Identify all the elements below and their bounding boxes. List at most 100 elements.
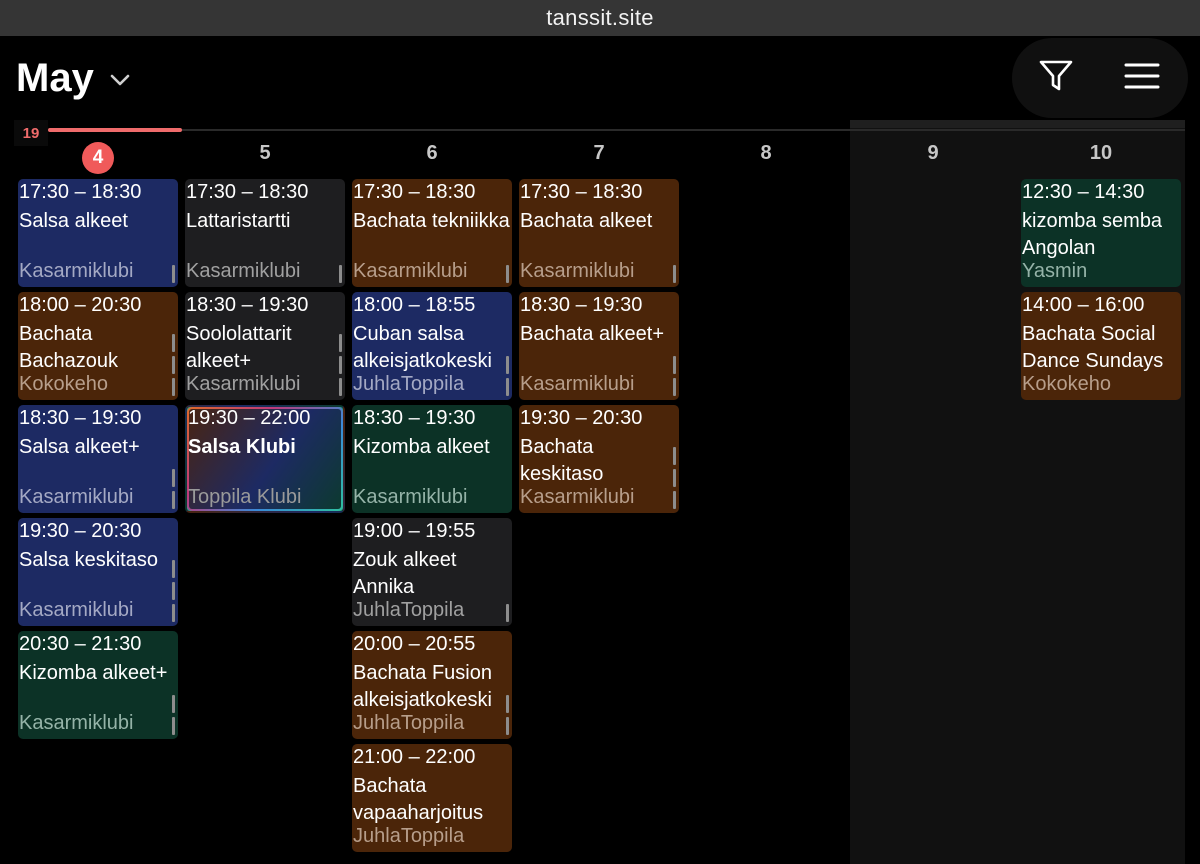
- day-header-7[interactable]: 7: [519, 142, 679, 165]
- month-label: May: [16, 56, 94, 100]
- event-name: Bachata alkeet+: [520, 323, 664, 345]
- day-header-8[interactable]: 8: [686, 142, 846, 165]
- event-name: Bachata keskitaso: [520, 436, 604, 485]
- hamburger-menu-icon: [1124, 62, 1160, 95]
- event-card[interactable]: 20:00 – 20:55 Bachata Fusion alkeisjatko…: [352, 631, 512, 739]
- event-card[interactable]: 17:30 – 18:30 Lattaristartti Kasarmiklub…: [185, 179, 345, 287]
- drag-handle[interactable]: [172, 334, 175, 396]
- drag-handle[interactable]: [506, 265, 509, 283]
- event-time: 18:30 – 19:30: [353, 407, 476, 429]
- event-card[interactable]: 14:00 – 16:00 Bachata Social Dance Sunda…: [1021, 292, 1181, 400]
- event-time: 18:00 – 18:55: [353, 294, 476, 316]
- event-name: Salsa alkeet: [19, 210, 128, 232]
- event-time: 20:00 – 20:55: [353, 633, 476, 655]
- event-name: Bachata alkeet: [520, 210, 653, 232]
- drag-handle[interactable]: [339, 334, 342, 396]
- event-name: Salsa keskitaso: [19, 549, 158, 571]
- drag-handle[interactable]: [506, 356, 509, 396]
- event-name: Soololattarit alkeet+: [186, 323, 292, 372]
- day-header-4[interactable]: 4: [18, 142, 178, 174]
- event-name: Bachata Fusion alkeisjatkokeski: [353, 662, 492, 711]
- event-time: 21:00 – 22:00: [353, 746, 476, 768]
- day-header-5[interactable]: 5: [185, 142, 345, 165]
- drag-handle[interactable]: [506, 695, 509, 735]
- event-time: 18:00 – 20:30: [19, 294, 142, 316]
- event-time: 17:30 – 18:30: [353, 181, 476, 203]
- event-card[interactable]: 12:30 – 14:30 kizomba semba Angolan Yasm…: [1021, 179, 1181, 287]
- event-location: JuhlaToppila: [353, 599, 465, 621]
- event-card[interactable]: 21:00 – 22:00 Bachata vapaaharjoitus Juh…: [352, 744, 512, 852]
- event-card[interactable]: 19:30 – 20:30 Salsa keskitaso Kasarmiklu…: [18, 518, 178, 626]
- event-time: 19:30 – 22:00: [188, 407, 311, 429]
- url-text: tanssit.site: [546, 5, 654, 30]
- day-header-6[interactable]: 6: [352, 142, 512, 165]
- event-name: Zouk alkeet Annika: [353, 549, 457, 598]
- event-card-highlighted[interactable]: 19:30 – 22:00 Salsa Klubi Toppila Klubi: [185, 405, 345, 513]
- event-location: JuhlaToppila: [353, 712, 465, 734]
- event-card[interactable]: 17:30 – 18:30 Salsa alkeet Kasarmiklubi: [18, 179, 178, 287]
- event-time: 19:30 – 20:30: [19, 520, 142, 542]
- day-header-10[interactable]: 10: [1021, 142, 1181, 165]
- event-card[interactable]: 18:30 – 19:30 Bachata alkeet+ Kasarmiklu…: [519, 292, 679, 400]
- event-location: Kasarmiklubi: [19, 712, 134, 734]
- event-location: Kasarmiklubi: [186, 373, 301, 395]
- event-card[interactable]: 17:30 – 18:30 Bachata tekniikka Kasarmik…: [352, 179, 512, 287]
- event-name: Cuban salsa alkeisjatkokeski: [353, 323, 492, 372]
- event-card[interactable]: 18:30 – 19:30 Soololattarit alkeet+ Kasa…: [185, 292, 345, 400]
- event-time: 12:30 – 14:30: [1022, 181, 1145, 203]
- drag-handle[interactable]: [339, 265, 342, 283]
- event-name: kizomba semba Angolan: [1022, 210, 1163, 259]
- month-selector[interactable]: May: [16, 56, 130, 101]
- event-location: Kasarmiklubi: [353, 260, 468, 282]
- event-time: 19:00 – 19:55: [353, 520, 476, 542]
- event-location: Kasarmiklubi: [186, 260, 301, 282]
- event-card[interactable]: 18:00 – 20:30 Bachata Bachazouk Kokokeho: [18, 292, 178, 400]
- event-name: Kizomba alkeet: [353, 436, 490, 458]
- drag-handle[interactable]: [506, 604, 509, 622]
- event-time: 20:30 – 21:30: [19, 633, 142, 655]
- event-card[interactable]: 18:00 – 18:55 Cuban salsa alkeisjatkokes…: [352, 292, 512, 400]
- event-card[interactable]: 19:30 – 20:30 Bachata keskitaso Kasarmik…: [519, 405, 679, 513]
- drag-handle[interactable]: [673, 265, 676, 283]
- calendar-header: May: [0, 36, 1200, 120]
- day-header-9[interactable]: 9: [853, 142, 1013, 165]
- event-time: 19:30 – 20:30: [520, 407, 643, 429]
- browser-url-bar[interactable]: tanssit.site: [0, 0, 1200, 36]
- event-location: Kasarmiklubi: [19, 486, 134, 508]
- event-location: Kasarmiklubi: [19, 599, 134, 621]
- current-day-indicator: [48, 128, 182, 132]
- event-time: 18:30 – 19:30: [520, 294, 643, 316]
- event-name: Bachata Social Dance Sundays: [1022, 323, 1164, 372]
- event-location: JuhlaToppila: [353, 825, 465, 847]
- drag-handle[interactable]: [673, 356, 676, 396]
- event-card[interactable]: 17:30 – 18:30 Bachata alkeet Kasarmiklub…: [519, 179, 679, 287]
- event-location: Kokokeho: [1022, 373, 1111, 395]
- event-card[interactable]: 18:30 – 19:30 Kizomba alkeet Kasarmiklub…: [352, 405, 512, 513]
- event-location: Kasarmiklubi: [353, 486, 468, 508]
- drag-handle[interactable]: [172, 469, 175, 509]
- drag-handle[interactable]: [172, 265, 175, 283]
- event-location: JuhlaToppila: [353, 373, 465, 395]
- event-time: 18:30 – 19:30: [19, 407, 142, 429]
- event-time: 17:30 – 18:30: [520, 181, 643, 203]
- event-card[interactable]: 19:00 – 19:55 Zouk alkeet Annika JuhlaTo…: [352, 518, 512, 626]
- filter-button[interactable]: [1034, 58, 1078, 98]
- event-location: Kasarmiklubi: [19, 260, 134, 282]
- filter-icon: [1038, 59, 1074, 98]
- drag-handle[interactable]: [172, 695, 175, 735]
- toolbar-pill: [1012, 38, 1188, 118]
- event-card[interactable]: 20:30 – 21:30 Kizomba alkeet+ Kasarmiklu…: [18, 631, 178, 739]
- week-track-line: [182, 129, 1185, 131]
- event-name: Lattaristartti: [186, 210, 291, 232]
- event-name: Bachata Bachazouk: [19, 323, 118, 372]
- drag-handle[interactable]: [673, 447, 676, 509]
- weekend-shade-top: [850, 120, 1185, 128]
- event-name: Salsa alkeet+: [19, 436, 140, 458]
- menu-button[interactable]: [1120, 58, 1164, 98]
- event-card[interactable]: 18:30 – 19:30 Salsa alkeet+ Kasarmiklubi: [18, 405, 178, 513]
- today-marker: 4: [82, 142, 114, 174]
- event-location: Toppila Klubi: [188, 486, 302, 508]
- event-name: Kizomba alkeet+: [19, 662, 168, 684]
- event-location: Yasmin: [1022, 260, 1088, 282]
- drag-handle[interactable]: [172, 560, 175, 622]
